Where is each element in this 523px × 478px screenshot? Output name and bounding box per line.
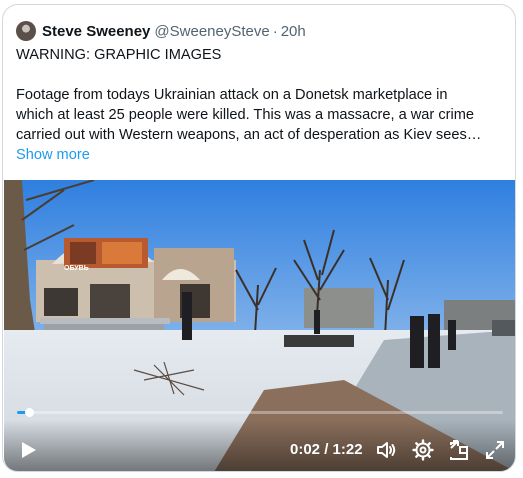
body-line: Footage from todays Ukrainian attack on … [16,87,448,103]
tweet-timestamp[interactable]: 20h [281,23,306,40]
picture-in-picture-icon[interactable] [447,438,471,462]
video-controls: 0:02 / 1:22 [4,420,515,471]
gear-icon[interactable] [411,438,435,462]
video-time: 0:02 / 1:22 [290,441,363,458]
tweet-header: Steve Sweeney @SweeneySteve · 20h [16,20,306,42]
author-handle[interactable]: @SweeneySteve [154,23,269,40]
tweet-card[interactable]: Steve Sweeney @SweeneySteve · 20h WARNIN… [2,4,516,472]
play-icon[interactable] [16,438,40,462]
body-line: carried out with Western weapons, an act… [16,127,482,143]
progress-bar[interactable] [17,408,503,417]
body-line: which at least 25 people were killed. Th… [16,107,475,123]
meta-separator: · [272,22,278,40]
video-player[interactable]: ОБУВЬ 0:02 / 1:22 [4,180,515,471]
warning-line: WARNING: GRAPHIC IMAGES [16,47,222,63]
avatar[interactable] [16,21,36,41]
storefront-sign: ОБУВЬ [64,265,89,272]
time-separator: / [324,441,329,458]
duration: 1:22 [332,441,363,458]
current-time: 0:02 [290,441,321,458]
progress-scrubber[interactable] [24,408,34,417]
author-name[interactable]: Steve Sweeney [42,23,150,40]
tweet-text: WARNING: GRAPHIC IMAGES Footage from tod… [16,45,508,165]
volume-icon[interactable] [375,438,399,462]
show-more-link[interactable]: Show more [16,145,508,165]
fullscreen-icon[interactable] [483,438,507,462]
